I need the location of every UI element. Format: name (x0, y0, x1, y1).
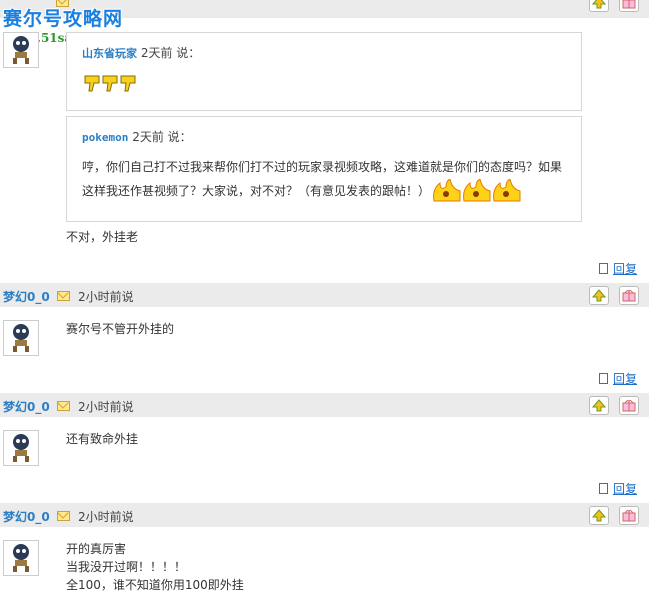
gift-icon (622, 290, 636, 302)
gift-button[interactable] (619, 396, 639, 415)
post-header-bar: 梦幻0_0 2小时前说 (0, 503, 649, 527)
post-time: 2小时前说 (78, 510, 134, 524)
quote-time: 2天前 说： (132, 130, 192, 144)
post-username[interactable]: 梦幻0_0 (3, 508, 50, 525)
avatar[interactable] (3, 540, 39, 576)
gift-button[interactable] (619, 506, 639, 525)
gift-button[interactable] (619, 286, 639, 305)
upvote-button[interactable] (589, 396, 609, 415)
post-text: 还有致命外挂 (66, 432, 139, 446)
post-text: 开的真厉害 (66, 542, 127, 556)
quote-time: 2天前 说： (140, 46, 201, 60)
post-time: 2小时前说 (78, 400, 134, 414)
mail-icon[interactable] (57, 511, 70, 521)
upvote-button[interactable] (589, 0, 609, 12)
upvote-button[interactable] (589, 286, 609, 305)
gift-button[interactable] (619, 0, 639, 12)
avatar[interactable] (3, 430, 39, 466)
post-username[interactable]: 梦幻0_0 (3, 288, 50, 305)
reply-icon (599, 263, 608, 274)
up-arrow-icon (592, 0, 606, 9)
mail-icon[interactable] (57, 291, 70, 301)
reply-link[interactable]: 回复 (613, 370, 637, 387)
avatar[interactable] (3, 320, 39, 356)
emoticons (84, 73, 138, 96)
gift-icon (622, 510, 636, 522)
mail-icon[interactable] (57, 401, 70, 411)
gift-icon (622, 0, 636, 9)
thumbs-down-icon (84, 75, 136, 92)
reply-link[interactable]: 回复 (613, 260, 637, 277)
robot-avatar-icon (13, 544, 29, 572)
quote-box: 山东省玩家 2天前 说： (66, 32, 582, 111)
post-text: 不对，外挂老 (66, 230, 139, 244)
post-text: 当我没开过啊！！！！ (66, 560, 187, 574)
post-header-bar: 梦幻0_0 2小时前说 (0, 283, 649, 307)
quote-text: 这样我还作甚视频了？大家说，对不对？（有意见发表的跟帖！） (82, 183, 431, 198)
reply-icon (599, 483, 608, 494)
post-username[interactable]: 梦幻0_0 (3, 398, 50, 415)
up-arrow-icon (592, 399, 606, 412)
reply-icon (599, 373, 608, 384)
post-text: 全100，谁不知道你用100即外挂 (66, 578, 244, 592)
quote-username[interactable]: pokemon (82, 131, 128, 144)
upvote-button[interactable] (589, 506, 609, 525)
quote-text: 哼，你们自己打不过我来帮你们打不过的玩家录视频攻略，这难道就是你们的态度吗？如果 (82, 160, 563, 174)
watermark-title: 赛尔号攻略网 (3, 8, 124, 30)
post-header-bar: 梦幻0_0 2小时前说 (0, 393, 649, 417)
robot-avatar-icon (13, 324, 29, 352)
reply-link[interactable]: 回复 (613, 480, 637, 497)
robot-avatar-icon (13, 36, 29, 64)
robot-avatar-icon (13, 434, 29, 462)
up-arrow-icon (592, 289, 606, 302)
up-arrow-icon (592, 509, 606, 522)
avatar[interactable] (3, 32, 39, 68)
gift-icon (622, 400, 636, 412)
quote-box: pokemon 2天前 说： 哼，你们自己打不过我来帮你们打不过的玩家录视频攻略… (66, 116, 582, 222)
quote-username[interactable]: 山东省玩家 (82, 47, 137, 60)
post-time: 2小时前说 (78, 290, 134, 304)
post-text: 赛尔号不管开外挂的 (66, 322, 175, 336)
fire-emoticon-icon (433, 179, 521, 202)
